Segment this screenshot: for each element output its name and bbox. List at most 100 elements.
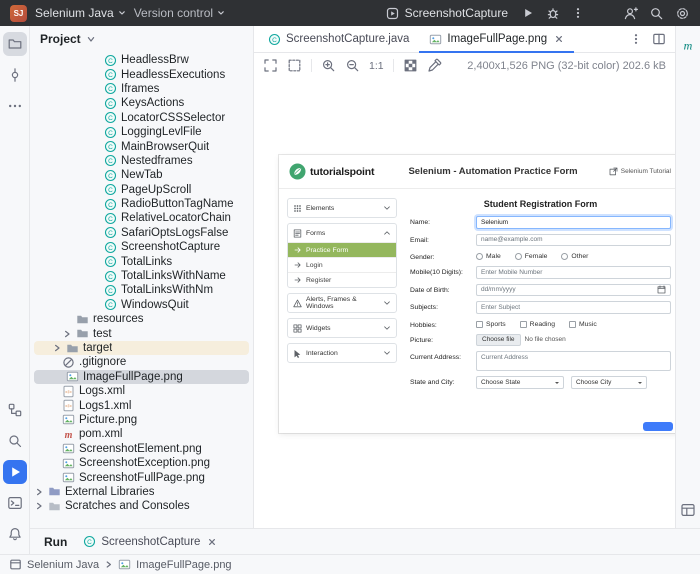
maven-tool-button[interactable]: m: [676, 33, 700, 57]
grid-toggle-button[interactable]: [287, 58, 302, 73]
menu-item-alerts-frames-windows[interactable]: Alerts, Frames & Windows: [288, 294, 396, 312]
tree-item-gitignore[interactable]: .gitignore: [30, 355, 253, 369]
menu-item-register[interactable]: Register: [288, 272, 396, 287]
tree-item-locatorcssselector[interactable]: CLocatorCSSSelector: [30, 111, 253, 125]
menu-item-login[interactable]: Login: [288, 257, 396, 272]
tree-item-logs1-xml[interactable]: </>Logs1.xml: [30, 398, 253, 412]
file-type-icon: C: [104, 270, 117, 283]
tree-item-totallinkswithnm[interactable]: CTotalLinksWithNm: [30, 283, 253, 297]
tree-item-external-libraries[interactable]: External Libraries: [30, 485, 253, 499]
commit-tool-button[interactable]: [3, 63, 27, 87]
menu-item-elements[interactable]: Elements: [288, 199, 396, 217]
tree-item-mainbrowserquit[interactable]: CMainBrowserQuit: [30, 139, 253, 153]
run-button[interactable]: [521, 6, 535, 20]
code-with-me-button[interactable]: [623, 6, 638, 21]
vcs-menu[interactable]: Version control: [134, 6, 225, 20]
run-panel-title[interactable]: Run: [44, 535, 67, 549]
form-textarea[interactable]: Current Address: [476, 351, 671, 371]
run-config-selector[interactable]: ScreenshotCapture: [386, 6, 508, 20]
tree-item-windowsquit[interactable]: CWindowsQuit: [30, 298, 253, 312]
tree-item-pom-xml[interactable]: mpom.xml: [30, 427, 253, 441]
project-badge[interactable]: SJ: [10, 5, 27, 22]
selenium-tutorial-link[interactable]: Selenium Tutorial: [579, 167, 671, 176]
tree-item-pageupscroll[interactable]: CPageUpScroll: [30, 183, 253, 197]
tree-item-scratches-and-consoles[interactable]: Scratches and Consoles: [30, 499, 253, 513]
tab-options-button[interactable]: [629, 32, 643, 46]
transparency-chessboard-button[interactable]: [403, 58, 418, 73]
menu-item-forms[interactable]: Forms: [288, 224, 396, 242]
tree-item-logginglevlfile[interactable]: CLoggingLevlFile: [30, 125, 253, 139]
menu-item-widgets[interactable]: Widgets: [288, 319, 396, 337]
checkbox-option-sports[interactable]: Sports: [476, 321, 506, 328]
tree-item-safarioptslogsfalse[interactable]: CSafariOptsLogsFalse: [30, 226, 253, 240]
close-icon[interactable]: [554, 34, 564, 44]
tree-item-label: Logs1.xml: [79, 400, 131, 412]
run-tool-button[interactable]: [3, 460, 27, 484]
radio-option-other[interactable]: Other: [561, 253, 588, 260]
structure-tool-button[interactable]: [3, 398, 27, 422]
layout-tool-button[interactable]: [676, 498, 700, 522]
search-everywhere-button[interactable]: [649, 6, 664, 21]
zoom-fit-button[interactable]: [263, 58, 278, 73]
tree-item-headlessbrw[interactable]: CHeadlessBrw: [30, 53, 253, 67]
checkbox-option-music[interactable]: Music: [569, 321, 597, 328]
submit-button[interactable]: [643, 422, 673, 431]
tree-item-headlessexecutions[interactable]: CHeadlessExecutions: [30, 67, 253, 81]
tree-item-picture-png[interactable]: Picture.png: [30, 413, 253, 427]
checkbox-option-reading[interactable]: Reading: [520, 321, 555, 328]
project-panel-header[interactable]: Project: [30, 26, 253, 52]
breadcrumb-project[interactable]: Selenium Java: [27, 559, 99, 571]
tree-item-radiobuttontagname[interactable]: CRadioButtonTagName: [30, 197, 253, 211]
zoom-actual-button[interactable]: 1:1: [369, 60, 384, 72]
editor-tab-imagefullpage-png[interactable]: ImageFullPage.png: [419, 26, 574, 52]
tree-item-logs-xml[interactable]: </>Logs.xml: [30, 384, 253, 398]
notifications-button[interactable]: [3, 522, 27, 546]
zoom-in-button[interactable]: [321, 58, 336, 73]
split-editor-button[interactable]: [652, 32, 666, 46]
select-choose-city[interactable]: Choose City: [571, 376, 647, 389]
svg-text:C: C: [108, 230, 113, 237]
tree-item-screenshotcapture[interactable]: CScreenshotCapture: [30, 240, 253, 254]
settings-button[interactable]: [675, 6, 690, 21]
more-tool-windows-button[interactable]: [3, 94, 27, 118]
menu-item-interaction[interactable]: Interaction: [288, 344, 396, 362]
more-actions-button[interactable]: [571, 6, 585, 20]
run-tab[interactable]: C ScreenshotCapture: [83, 535, 217, 548]
zoom-out-button[interactable]: [345, 58, 360, 73]
find-tool-button[interactable]: [3, 429, 27, 453]
tree-item-newtab[interactable]: CNewTab: [30, 168, 253, 182]
form-input-name[interactable]: Selenium: [476, 216, 671, 229]
select-choose-state[interactable]: Choose State: [476, 376, 564, 389]
tree-item-screenshotfullpage-png[interactable]: ScreenshotFullPage.png: [30, 470, 253, 484]
tree-item-nestedframes[interactable]: CNestedframes: [30, 154, 253, 168]
tree-item-relativelocatorchain[interactable]: CRelativeLocatorChain: [30, 211, 253, 225]
tree-item-screenshotelement-png[interactable]: ScreenshotElement.png: [30, 442, 253, 456]
project-menu[interactable]: Selenium Java: [35, 6, 126, 20]
form-input-email[interactable]: name@example.com: [476, 234, 671, 247]
tree-item-totallinkswithname[interactable]: CTotalLinksWithName: [30, 269, 253, 283]
tree-item-keysactions[interactable]: CKeysActions: [30, 96, 253, 110]
tree-item-totallinks[interactable]: CTotalLinks: [30, 254, 253, 268]
radio-option-male[interactable]: Male: [476, 253, 501, 260]
tutorialspoint-logo[interactable]: tutorialspoint: [289, 163, 407, 180]
form-input-subjects[interactable]: Enter Subject: [476, 301, 671, 314]
breadcrumb-file[interactable]: ImageFullPage.png: [136, 559, 231, 571]
form-input-date-of-birth[interactable]: dd/mm/yyyy: [476, 284, 671, 297]
tree-item-target[interactable]: target: [34, 341, 249, 355]
arrow-right-icon: [294, 276, 302, 284]
editor-tab-screenshotcapture-java[interactable]: CScreenshotCapture.java: [258, 26, 419, 52]
tree-item-imagefullpage-png[interactable]: ImageFullPage.png: [34, 370, 249, 384]
color-picker-button[interactable]: [427, 58, 442, 73]
tree-item-test[interactable]: test: [30, 326, 253, 340]
debug-button[interactable]: [546, 6, 560, 20]
tree-item-screenshotexception-png[interactable]: ScreenshotException.png: [30, 456, 253, 470]
choose-file-button[interactable]: Choose file: [476, 334, 521, 347]
close-icon[interactable]: [207, 537, 217, 547]
radio-option-female[interactable]: Female: [515, 253, 548, 260]
terminal-tool-button[interactable]: [3, 491, 27, 515]
project-tool-button[interactable]: [3, 32, 27, 56]
tree-item-iframes[interactable]: CIframes: [30, 82, 253, 96]
form-input-mobile-10-digits[interactable]: Enter Mobile Number: [476, 266, 671, 279]
menu-item-practice-form[interactable]: Practice Form: [288, 242, 396, 257]
tree-item-resources[interactable]: resources: [30, 312, 253, 326]
